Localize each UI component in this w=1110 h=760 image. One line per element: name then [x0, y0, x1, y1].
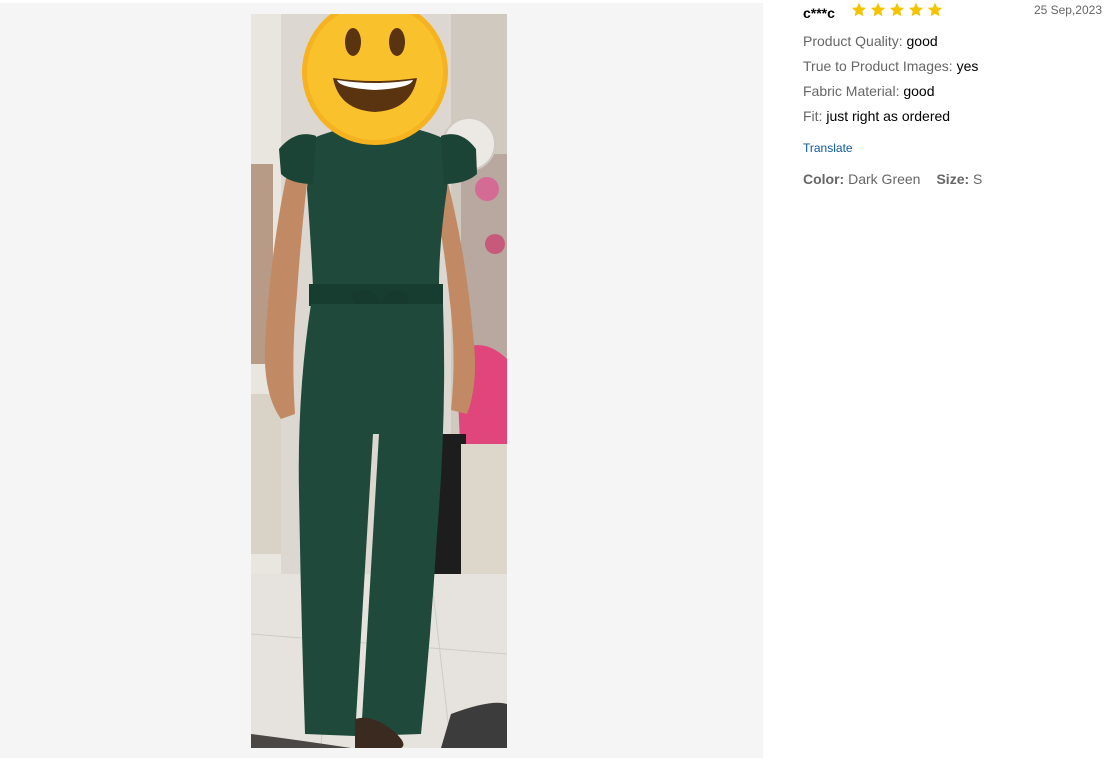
size-value: S	[973, 171, 983, 187]
attribute-label: True to Product Images:	[803, 58, 953, 74]
star-icon	[908, 2, 924, 17]
star-icon	[927, 2, 943, 17]
sku-info: Color: Dark Green Size: S	[803, 171, 982, 187]
review-date: 25 Sep,2023	[1033, 3, 1102, 17]
translate-link[interactable]: Translate	[803, 141, 853, 155]
star-icon	[851, 2, 867, 17]
attribute-label: Fabric Material:	[803, 83, 900, 99]
reviewer-name: c***c	[803, 5, 835, 21]
star-icon	[889, 2, 905, 17]
attribute-label: Fit:	[803, 108, 823, 124]
star-icon	[870, 2, 886, 17]
attribute-product-quality: Product Quality: good	[803, 33, 938, 49]
attribute-value: good	[906, 33, 938, 49]
review-details: c***c 25 Sep,2023 Product Quality: good …	[803, 0, 1103, 220]
color-value: Dark Green	[848, 171, 921, 187]
attribute-value: yes	[956, 58, 979, 74]
attribute-value: good	[903, 83, 935, 99]
size-label: Size:	[936, 171, 970, 187]
color-label: Color:	[803, 171, 845, 187]
star-rating	[851, 2, 943, 18]
attribute-fit: Fit: just right as ordered	[803, 108, 950, 124]
attribute-value: just right as ordered	[826, 108, 951, 124]
attribute-fabric-material: Fabric Material: good	[803, 83, 935, 99]
review-photo-viewer	[0, 3, 763, 758]
attribute-true-to-images: True to Product Images: yes	[803, 58, 978, 74]
customer-photo-green-jumpsuit	[251, 14, 507, 748]
review-photo[interactable]	[251, 14, 507, 748]
attribute-label: Product Quality:	[803, 33, 903, 49]
